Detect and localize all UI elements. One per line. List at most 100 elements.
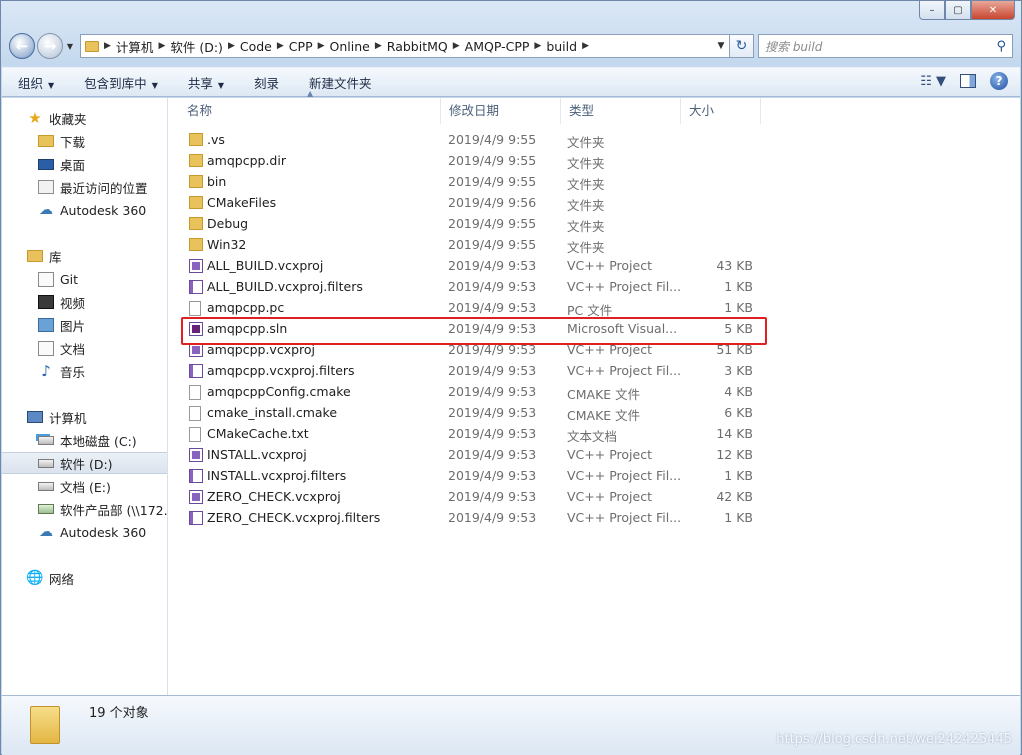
close-button[interactable]: ✕: [971, 1, 1015, 20]
file-row[interactable]: Debug 2019/4/9 9:55 文件夹: [169, 214, 759, 235]
breadcrumb-rabbitmq[interactable]: RabbitMQ: [387, 39, 448, 54]
navigation-pane[interactable]: ★收藏夹 下载 桌面 最近访问的位置 ☁Autodesk 360 库 Git: [2, 98, 168, 695]
chevron-right-icon[interactable]: ▶: [375, 41, 382, 51]
explorer-window: – ▢ ✕ ← → ▼ ▶ 计算机 ▶ 软件 (D:) ▶ Code ▶ CPP…: [0, 0, 1022, 755]
file-row[interactable]: amqpcpp.dir 2019/4/9 9:55 文件夹: [169, 151, 759, 172]
file-type: 文件夹: [567, 135, 605, 150]
chevron-right-icon[interactable]: ▶: [228, 41, 235, 51]
new-folder-button[interactable]: 新建文件夹: [309, 73, 372, 92]
file-row[interactable]: ZERO_CHECK.vcxproj.filters 2019/4/9 9:53 V…: [169, 508, 759, 529]
large-folder-icon: [30, 706, 60, 744]
file-type: 文件夹: [567, 198, 605, 213]
file-modified: 2019/4/9 9:53: [448, 426, 537, 441]
history-dropdown-icon[interactable]: ▼: [64, 42, 76, 51]
help-icon[interactable]: ?: [990, 72, 1008, 90]
chevron-right-icon[interactable]: ▶: [318, 41, 325, 51]
drive-icon: [38, 481, 54, 491]
file-list[interactable]: ▲ 名称 修改日期 类型 大小 .vs 2019/4/9 9:55 文件夹 amqpc…: [169, 89, 1020, 695]
star-icon: ★: [28, 109, 42, 127]
refresh-button[interactable]: ↻: [730, 34, 754, 58]
nav-item-drive-e[interactable]: 文档 (E:): [2, 475, 167, 497]
nav-computer[interactable]: 计算机: [2, 406, 167, 428]
file-size: 1 KB: [724, 279, 753, 294]
file-row[interactable]: CMakeCache.txt 2019/4/9 9:53 文本文档 14 KB: [169, 424, 759, 445]
nav-libraries[interactable]: 库: [2, 245, 167, 267]
file-type: 文件夹: [567, 156, 605, 171]
nav-item-music[interactable]: ♪ 音乐: [2, 360, 167, 382]
nav-item-pictures[interactable]: 图片: [2, 314, 167, 336]
breadcrumb-computer[interactable]: 计算机: [116, 37, 154, 56]
chevron-right-icon[interactable]: ▶: [277, 41, 284, 51]
drive-icon: [38, 458, 54, 468]
cloud-icon: ☁: [39, 202, 53, 218]
burn-button[interactable]: 刻录: [254, 73, 279, 92]
nav-item-network-drive[interactable]: 软件产品部 (\\172.1: [2, 498, 167, 520]
nav-item-documents[interactable]: 文档: [2, 337, 167, 359]
file-name: CMakeCache.txt: [207, 426, 309, 441]
file-row[interactable]: ZERO_CHECK.vcxproj 2019/4/9 9:53 VC++ Proj…: [169, 487, 759, 508]
file-row[interactable]: amqpcpp.vcxproj.filters 2019/4/9 9:53 VC++…: [169, 361, 759, 382]
share-menu[interactable]: 共享 ▼: [188, 73, 224, 92]
search-input[interactable]: 搜索 build ⚲: [758, 34, 1013, 58]
forward-button[interactable]: →: [37, 33, 63, 59]
chevron-right-icon[interactable]: ▶: [158, 41, 165, 51]
include-in-library-menu[interactable]: 包含到库中 ▼: [84, 73, 158, 92]
file-row[interactable]: cmake_install.cmake 2019/4/9 9:53 CMAKE 文件…: [169, 403, 759, 424]
column-header-size[interactable]: 大小: [681, 98, 761, 124]
address-dropdown-icon[interactable]: ▼: [713, 41, 729, 51]
nav-item-recent[interactable]: 最近访问的位置: [2, 176, 167, 198]
folder-file-icon: [189, 217, 203, 230]
file-size: 14 KB: [716, 426, 753, 441]
chevron-right-icon[interactable]: ▶: [582, 41, 589, 51]
nav-item-git[interactable]: Git: [2, 268, 167, 290]
breadcrumb-amqp-cpp[interactable]: AMQP-CPP: [465, 39, 530, 54]
nav-item-autodesk-drive[interactable]: ☁ Autodesk 360: [2, 521, 167, 543]
chevron-right-icon[interactable]: ▶: [453, 41, 460, 51]
nav-item-downloads[interactable]: 下载: [2, 130, 167, 152]
nav-item-drive-c[interactable]: 本地磁盘 (C:): [2, 429, 167, 451]
network-drive-icon: [38, 504, 54, 514]
file-row[interactable]: ALL_BUILD.vcxproj 2019/4/9 9:53 VC++ Proje…: [169, 256, 759, 277]
back-button[interactable]: ←: [9, 33, 35, 59]
column-header-modified[interactable]: 修改日期: [441, 98, 561, 124]
column-header-type[interactable]: 类型: [561, 98, 681, 124]
file-row[interactable]: Win32 2019/4/9 9:55 文件夹: [169, 235, 759, 256]
file-row[interactable]: INSTALL.vcxproj.filters 2019/4/9 9:53 VC++…: [169, 466, 759, 487]
nav-favorites[interactable]: ★ 收藏夹: [2, 107, 167, 129]
breadcrumb-drive-d[interactable]: 软件 (D:): [170, 37, 223, 56]
preview-pane-icon[interactable]: [960, 74, 976, 88]
file-row[interactable]: amqpcpp.pc 2019/4/9 9:53 PC 文件 1 KB: [169, 298, 759, 319]
search-icon[interactable]: ⚲: [996, 39, 1006, 54]
maximize-button[interactable]: ▢: [945, 1, 971, 20]
nav-item-desktop[interactable]: 桌面: [2, 153, 167, 175]
nav-item-autodesk[interactable]: ☁ Autodesk 360: [2, 199, 167, 221]
file-name: cmake_install.cmake: [207, 405, 338, 420]
file-type: VC++ Project: [567, 258, 652, 273]
chevron-right-icon[interactable]: ▶: [104, 41, 111, 51]
filter-file-icon: [189, 469, 203, 483]
nav-item-drive-d[interactable]: 软件 (D:): [2, 452, 167, 474]
file-row[interactable]: amqpcppConfig.cmake 2019/4/9 9:53 CMAKE 文件…: [169, 382, 759, 403]
file-file-icon: [189, 301, 201, 316]
file-type: VC++ Project Fil...: [567, 279, 682, 294]
view-options-icon[interactable]: ☷ ▼: [920, 74, 946, 89]
breadcrumb-code[interactable]: Code: [240, 39, 272, 54]
file-modified: 2019/4/9 9:53: [448, 447, 537, 462]
minimize-button[interactable]: –: [919, 1, 945, 20]
nav-item-videos[interactable]: 视频: [2, 291, 167, 313]
file-modified: 2019/4/9 9:53: [448, 468, 537, 483]
column-header-name[interactable]: 名称: [179, 98, 441, 124]
breadcrumb-build[interactable]: build: [546, 39, 577, 54]
file-row[interactable]: .vs 2019/4/9 9:55 文件夹: [169, 130, 759, 151]
caret-down-icon: ▼: [48, 80, 55, 90]
address-bar[interactable]: ▶ 计算机 ▶ 软件 (D:) ▶ Code ▶ CPP ▶ Online ▶ …: [80, 34, 730, 58]
file-row[interactable]: INSTALL.vcxproj 2019/4/9 9:53 VC++ Project…: [169, 445, 759, 466]
file-row[interactable]: CMakeFiles 2019/4/9 9:56 文件夹: [169, 193, 759, 214]
breadcrumb-online[interactable]: Online: [330, 39, 370, 54]
nav-network[interactable]: 🌐 网络: [2, 567, 167, 589]
file-row[interactable]: bin 2019/4/9 9:55 文件夹: [169, 172, 759, 193]
chevron-right-icon[interactable]: ▶: [534, 41, 541, 51]
breadcrumb-cpp[interactable]: CPP: [289, 39, 313, 54]
file-row[interactable]: ALL_BUILD.vcxproj.filters 2019/4/9 9:53 VC…: [169, 277, 759, 298]
organize-menu[interactable]: 组织 ▼: [18, 73, 54, 92]
